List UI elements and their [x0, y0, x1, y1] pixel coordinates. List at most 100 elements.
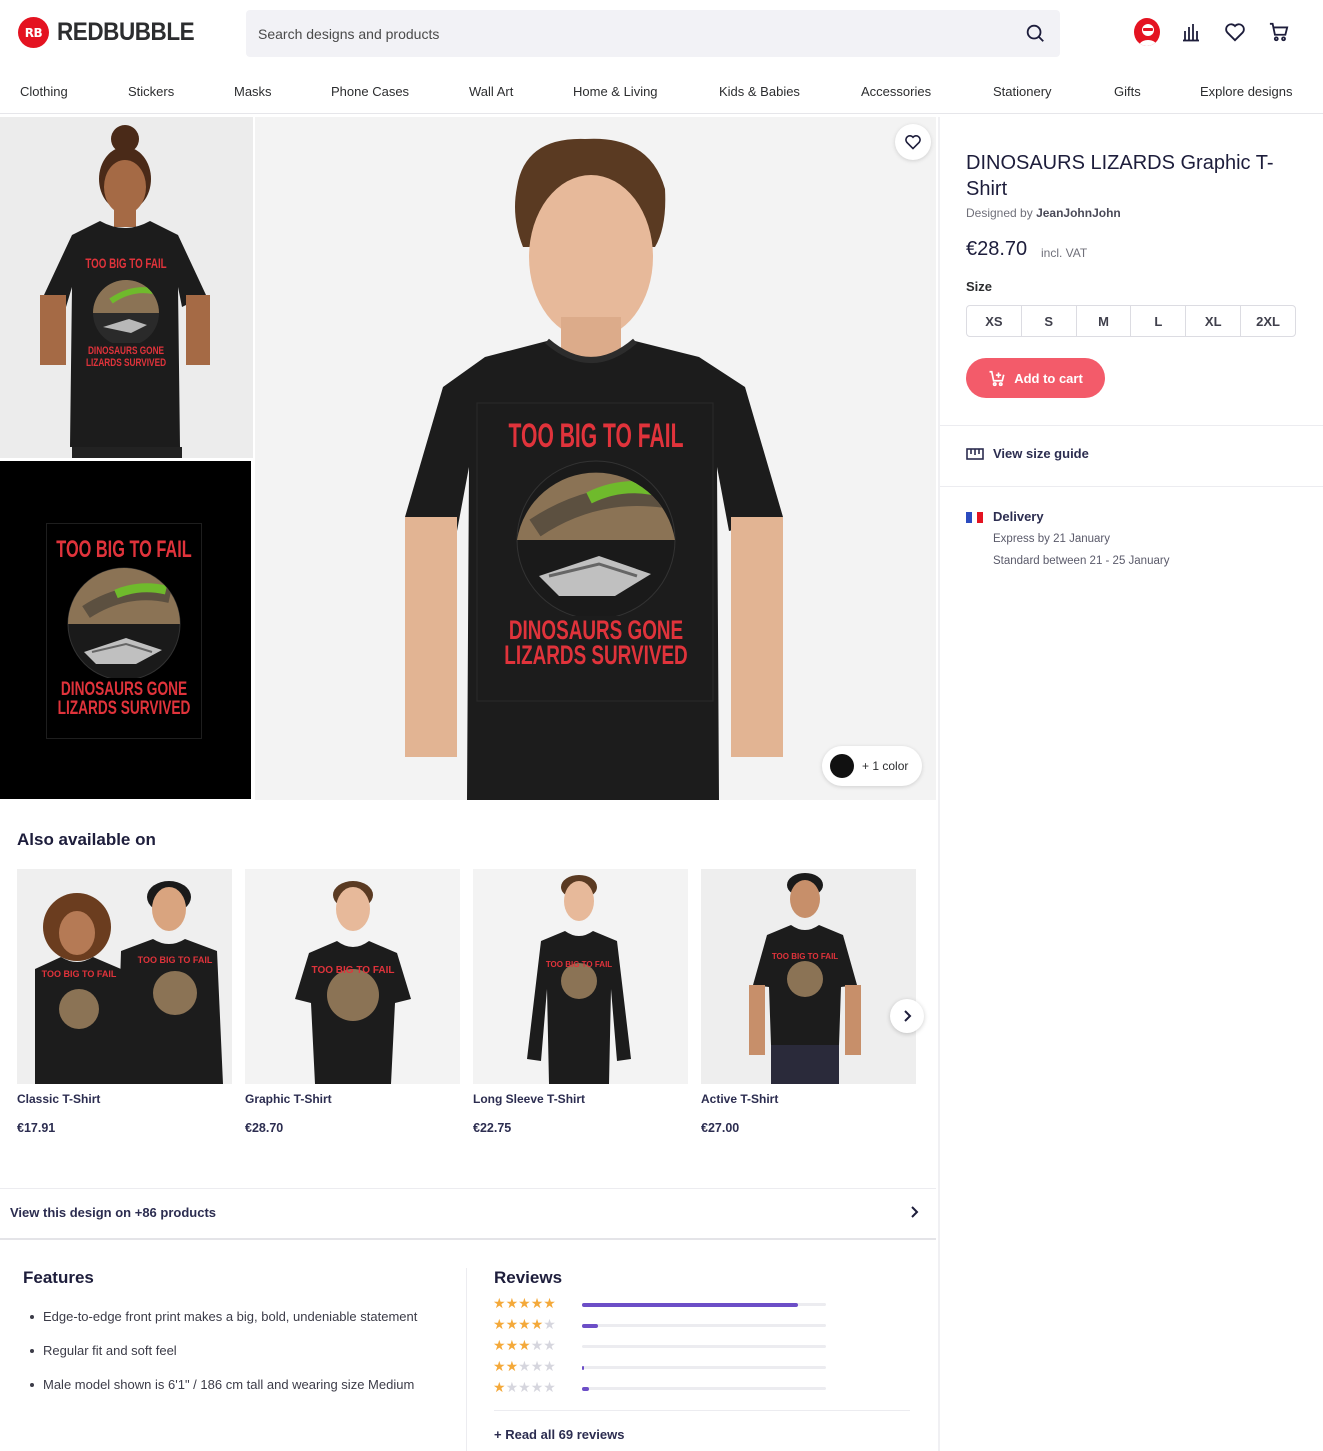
review-row-2-stars[interactable]: ★★★★★ [493, 1360, 829, 1374]
designer-credit: Designed by JeanJohnJohn [966, 206, 1121, 220]
size-option-2xl[interactable]: 2XL [1241, 306, 1295, 336]
size-option-s[interactable]: S [1022, 306, 1077, 336]
designer-link[interactable]: JeanJohnJohn [1036, 206, 1121, 220]
product-card-image: TOO BIG TO FAIL [245, 869, 460, 1084]
review-row-4-stars[interactable]: ★★★★★ [493, 1318, 829, 1332]
size-option-m[interactable]: M [1077, 306, 1132, 336]
star-rating-icon: ★★★★★ [493, 1296, 556, 1312]
nav-home-living[interactable]: Home & Living [573, 84, 658, 99]
category-nav: Clothing Stickers Masks Phone Cases Wall… [0, 76, 1323, 114]
nav-wall-art[interactable]: Wall Art [469, 84, 513, 99]
search-icon[interactable] [1024, 22, 1048, 46]
review-bar-fill [582, 1323, 598, 1328]
chevron-right-icon [911, 1206, 919, 1218]
product-card-name: Graphic T-Shirt [245, 1092, 332, 1106]
feature-item: Edge-to-edge front print makes a big, bo… [30, 1306, 423, 1327]
divider [494, 1410, 910, 1411]
nav-kids-babies[interactable]: Kids & Babies [719, 84, 800, 99]
product-card-image: TOO BIG TO FAIL TOO BIG TO FAIL [17, 869, 232, 1084]
size-option-xl[interactable]: XL [1186, 306, 1242, 336]
star-rating-icon: ★★★★★ [493, 1380, 556, 1396]
product-title: DINOSAURS LIZARDS Graphic T-Shirt [966, 152, 1274, 200]
review-row-5-stars[interactable]: ★★★★★ [493, 1297, 829, 1311]
review-row-1-stars[interactable]: ★★★★★ [493, 1381, 829, 1395]
color-swatch-black [830, 754, 854, 778]
view-design-link[interactable]: View this design on +86 products [0, 1188, 936, 1240]
nav-stickers[interactable]: Stickers [128, 84, 174, 99]
product-card-price: €27.00 [701, 1121, 740, 1135]
chevron-right-icon [904, 1010, 912, 1022]
read-all-reviews-link[interactable]: + Read all 69 reviews [494, 1427, 624, 1442]
reviews-title: Reviews [494, 1268, 563, 1287]
product-card-graphic-tshirt[interactable]: TOO BIG TO FAIL Graphic T-Shirt €28.70 [245, 869, 460, 1135]
review-bar-track [582, 1365, 826, 1370]
star-rating-icon: ★★★★★ [493, 1359, 556, 1375]
favorite-button[interactable] [895, 124, 931, 160]
size-selector: XS S M L XL 2XL [966, 305, 1296, 337]
brand-logo[interactable]: RB REDBUBBLE [18, 17, 209, 48]
heart-icon [905, 135, 921, 150]
design-print: TOO BIG TO FAIL DINOSAURS GONE LIZARDS S… [85, 255, 167, 369]
logo-text: REDBUBBLE [57, 18, 195, 46]
france-flag-icon [966, 512, 984, 523]
divider [466, 1268, 467, 1451]
product-card-image: TOO BIG TO FAIL [701, 869, 916, 1084]
print-text: TOO BIG TO FAIL [42, 969, 117, 979]
review-bar-track [582, 1302, 826, 1307]
divider [940, 486, 1323, 487]
nav-stationery[interactable]: Stationery [993, 84, 1052, 99]
delivery-express: Express by 21 January [993, 533, 1110, 545]
product-price: €28.70 [966, 238, 1028, 260]
star-rating-icon: ★★★★★ [493, 1338, 556, 1354]
nav-masks[interactable]: Masks [234, 84, 272, 99]
header-actions [1134, 18, 1292, 46]
add-to-cart-button[interactable]: Add to cart [966, 358, 1105, 398]
product-card-active-tshirt[interactable]: TOO BIG TO FAIL Active T-Shirt €27.00 [701, 869, 916, 1135]
product-card-price: €22.75 [473, 1121, 512, 1135]
nav-clothing[interactable]: Clothing [20, 84, 68, 99]
design-print: TOO BIG TO FAIL DINOSAURS GONE LIZARDS S… [504, 417, 688, 670]
search-bar [246, 10, 1060, 57]
add-to-cart-label: Add to cart [1014, 370, 1083, 386]
heart-icon[interactable] [1222, 18, 1248, 46]
nav-explore-designs[interactable]: Explore designs [1200, 84, 1293, 99]
gallery-thumbnail-model[interactable]: TOO BIG TO FAIL DINOSAURS GONE LIZARDS S… [0, 117, 253, 458]
delivery-standard: Standard between 21 - 25 January [993, 555, 1170, 567]
product-card-name: Active T-Shirt [701, 1092, 779, 1106]
main-product-image[interactable]: TOO BIG TO FAIL DINOSAURS GONE LIZARDS S… [255, 117, 936, 800]
product-card-price: €28.70 [245, 1121, 284, 1135]
product-card-price: €17.91 [17, 1121, 56, 1135]
review-bar-fill [582, 1386, 590, 1391]
carousel-next-button[interactable] [890, 999, 924, 1033]
size-option-xs[interactable]: XS [967, 306, 1022, 336]
account-button[interactable] [1134, 18, 1160, 46]
review-bar-fill [582, 1365, 585, 1370]
review-bar-fill [582, 1302, 798, 1307]
product-card-name: Long Sleeve T-Shirt [473, 1092, 586, 1106]
size-option-l[interactable]: L [1131, 306, 1187, 336]
size-guide-link[interactable]: View size guide [966, 446, 1089, 461]
cart-icon[interactable] [1266, 18, 1292, 46]
ruler-icon [966, 447, 984, 460]
product-card-classic-tshirt[interactable]: TOO BIG TO FAIL TOO BIG TO FAIL Classic … [17, 869, 232, 1135]
bar-chart-icon[interactable] [1178, 18, 1204, 46]
review-row-3-stars[interactable]: ★★★★★ [493, 1339, 829, 1353]
product-card-name: Classic T-Shirt [17, 1092, 101, 1106]
product-card-image: TOO BIG TO FAIL [473, 869, 688, 1084]
nav-accessories[interactable]: Accessories [861, 84, 931, 99]
vat-note: incl. VAT [1041, 246, 1088, 260]
gallery-thumbnail-design[interactable]: TOO BIG TO FAIL DINOSAURS GONE LIZARDS S… [0, 461, 251, 799]
review-bar-track [582, 1386, 826, 1391]
nav-gifts[interactable]: Gifts [1114, 84, 1141, 99]
review-bar-track [582, 1323, 826, 1328]
product-card-long-sleeve-tshirt[interactable]: TOO BIG TO FAIL Long Sleeve T-Shirt €22.… [473, 869, 688, 1135]
size-label: Size [966, 279, 993, 294]
review-bar-track [582, 1345, 826, 1348]
size-guide-label: View size guide [993, 446, 1089, 461]
more-colors-label: + 1 color [862, 759, 909, 773]
star-rating-icon: ★★★★★ [493, 1317, 556, 1333]
color-selector[interactable]: + 1 color [822, 746, 922, 786]
nav-phone-cases[interactable]: Phone Cases [331, 84, 409, 99]
panel-divider [938, 117, 940, 1451]
search-input[interactable] [258, 10, 1018, 57]
